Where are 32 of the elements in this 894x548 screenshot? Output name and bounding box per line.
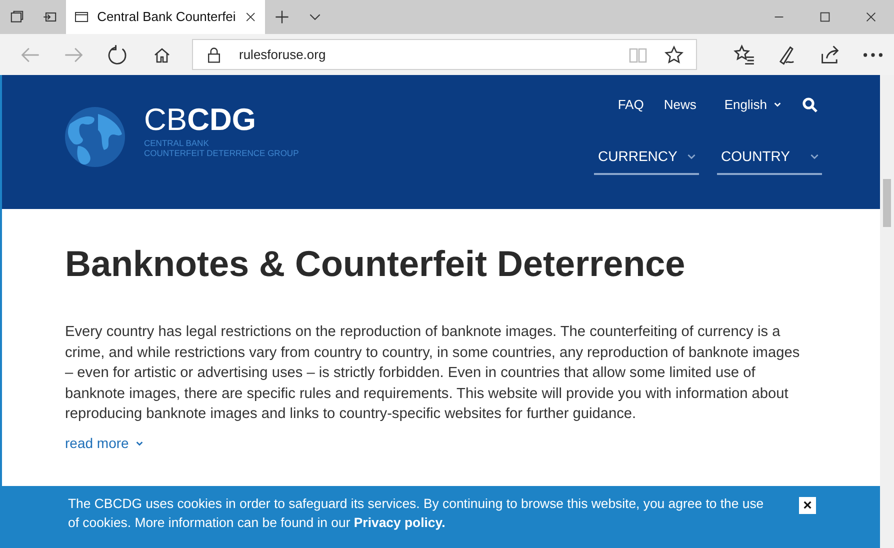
- page-title: Banknotes & Counterfeit Deterrence: [65, 242, 686, 286]
- menu-dropdown[interactable]: CURRENCY: [594, 140, 699, 174]
- chevron-down-icon: [773, 100, 782, 110]
- close-icon[interactable]: [244, 10, 257, 24]
- scrollbar[interactable]: [880, 75, 894, 548]
- language-dropdown[interactable]: English: [724, 95, 782, 114]
- star-icon[interactable]: [664, 44, 684, 64]
- browser-tab[interactable]: Central Bank Counterfei: [66, 0, 265, 34]
- close-icon[interactable]: [864, 10, 878, 24]
- menu-dropdown[interactable]: COUNTRY: [717, 140, 822, 174]
- url-text: rulesforuse.org: [239, 46, 327, 64]
- maximize-icon[interactable]: [818, 10, 832, 24]
- share-icon[interactable]: [818, 44, 840, 66]
- search-icon[interactable]: [802, 96, 818, 113]
- site-logo[interactable]: CBCDG: [144, 103, 299, 137]
- logo-subtitle: CENTRAL BANK COUNTERFEIT DETERRENCE GROUP: [144, 138, 299, 158]
- read-more-link[interactable]: read more: [65, 432, 144, 454]
- close-button[interactable]: ×: [799, 497, 816, 514]
- nav-link[interactable]: News: [664, 95, 696, 114]
- chevron-down-icon: [134, 438, 144, 448]
- intro-paragraph: Every country has legal restrictions on the reproduction of banknote images. The counterfeiting of currency is a crime, and while restrictions vary from country to country, in some countries, any reproduction of banknote images – even for artistic or advertising uses – is strictly forbidden. Even in countries that allow some limited use of banknote images, there are specific rules and requirements. This website will provide you with information about reproducing banknote images and links to country-specific websites for further guidance.: [65, 323, 801, 424]
- tabs-icon[interactable]: [8, 9, 24, 25]
- address-bar[interactable]: rulesforuse.org: [192, 39, 697, 70]
- new-tab-icon[interactable]: [272, 8, 290, 26]
- refresh-icon[interactable]: [107, 44, 129, 66]
- lock-icon: [205, 46, 223, 64]
- tab-title: Central Bank Counterfei: [97, 8, 236, 26]
- page-icon: [74, 9, 90, 25]
- favorites-icon[interactable]: [732, 44, 754, 66]
- cookie-message: The CBCDG uses cookies in order to safeguard its services. By continuing to browse this website, you agree to the use of cookies. More information can be found in our Privacy policy.: [68, 495, 765, 532]
- globe-icon: [64, 106, 126, 168]
- nav-link[interactable]: FAQ: [618, 95, 644, 114]
